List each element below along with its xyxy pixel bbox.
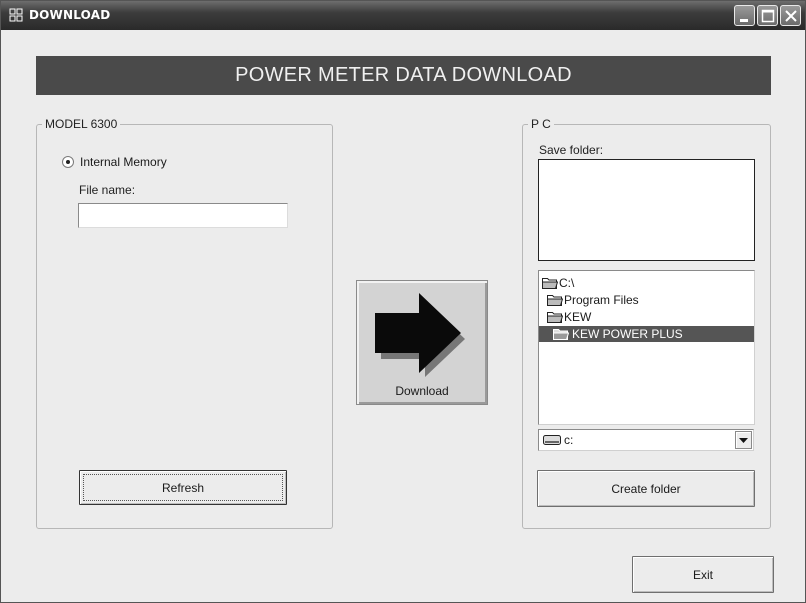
drive-select[interactable]: c: [538, 429, 754, 451]
file-name-label: File name: [79, 183, 136, 197]
app-icon [9, 8, 23, 22]
folder-icon [553, 329, 569, 340]
download-window: DOWNLOAD POWER METER DATA DOWNLOAD MODEL… [0, 0, 806, 603]
folder-icon [547, 312, 563, 323]
close-icon [785, 10, 797, 22]
model-group-legend: MODEL 6300 [42, 117, 121, 131]
maximize-icon [761, 9, 775, 23]
save-folder-field[interactable] [538, 159, 755, 261]
folder-icon [542, 278, 558, 289]
folder-item-label: KEW POWER PLUS [572, 327, 683, 341]
exit-button[interactable]: Exit [632, 556, 774, 593]
close-button[interactable] [780, 5, 801, 26]
title-bar[interactable]: DOWNLOAD [1, 1, 805, 30]
file-name-field[interactable] [78, 203, 288, 228]
save-folder-label: Save folder: [539, 143, 604, 157]
radio-button[interactable] [62, 156, 74, 168]
drive-value: c: [564, 433, 574, 447]
chevron-down-icon [739, 438, 748, 443]
right-arrow-icon [375, 293, 465, 377]
folder-icon [547, 295, 563, 306]
folder-item-label: Program Files [564, 293, 639, 307]
maximize-button[interactable] [757, 5, 778, 26]
minimize-icon [740, 19, 748, 22]
folder-list[interactable]: C:\ Program Files KEW KEW POWER PLUS [538, 270, 755, 425]
folder-item-label: KEW [564, 310, 592, 324]
drive-icon [543, 435, 561, 445]
folder-item-label: C:\ [559, 276, 575, 290]
folder-item-program-files[interactable]: Program Files [547, 292, 667, 308]
folder-item-kew[interactable]: KEW [547, 309, 627, 325]
create-folder-button[interactable]: Create folder [537, 470, 755, 507]
refresh-button[interactable]: Refresh [79, 470, 287, 505]
dropdown-button[interactable] [735, 431, 752, 449]
folder-item-kew-power-plus[interactable]: KEW POWER PLUS [539, 326, 754, 342]
download-button[interactable]: Download [356, 280, 488, 405]
folder-item-c-root[interactable]: C:\ [542, 275, 622, 291]
minimize-button[interactable] [734, 5, 755, 26]
window-title: DOWNLOAD [29, 8, 111, 22]
internal-memory-label: Internal Memory [80, 155, 167, 169]
pc-group-legend: P C [528, 117, 554, 131]
download-label: Download [395, 384, 449, 398]
page-title: POWER METER DATA DOWNLOAD [36, 56, 771, 95]
